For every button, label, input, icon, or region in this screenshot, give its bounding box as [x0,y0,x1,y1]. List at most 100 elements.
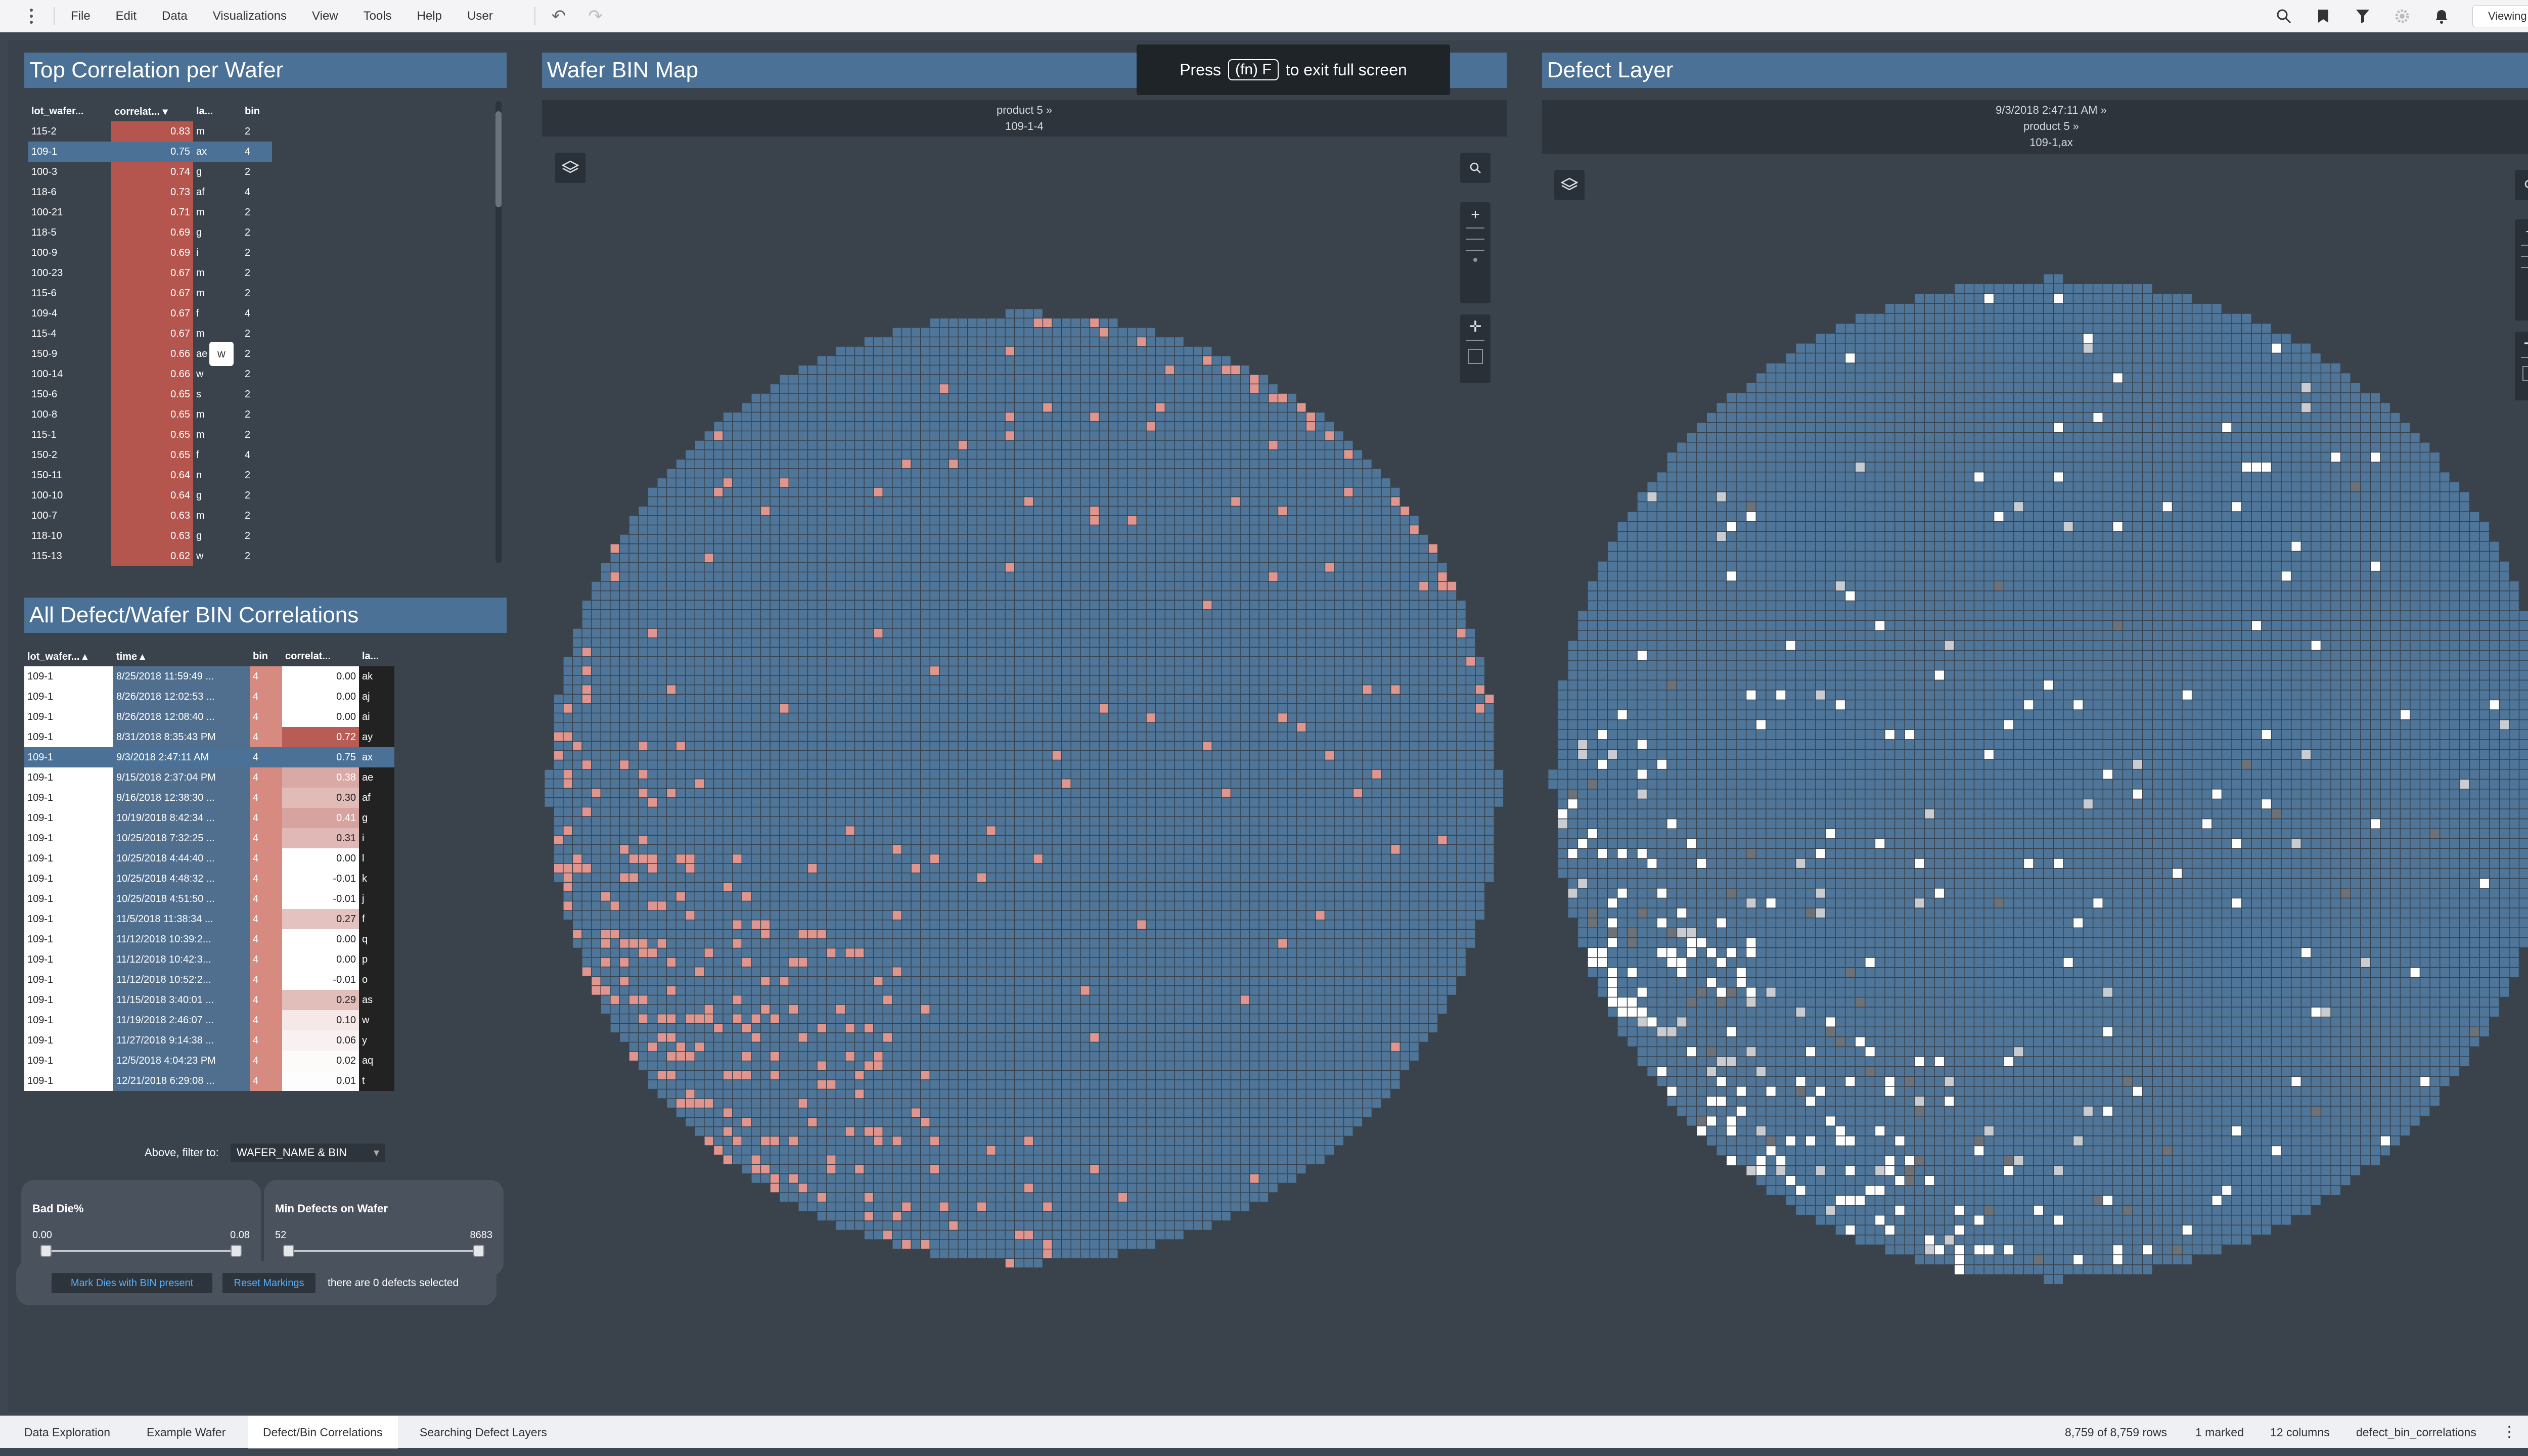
bin-die[interactable] [977,534,986,543]
bin-die[interactable] [1024,450,1033,459]
bin-die[interactable] [1475,769,1484,779]
bin-die[interactable] [1250,722,1259,732]
bin-die[interactable] [1297,685,1306,694]
bin-die[interactable] [780,732,789,741]
bin-die[interactable] [855,722,864,732]
bin-die[interactable] [808,422,817,431]
bin-die[interactable] [1109,816,1118,826]
bin-die[interactable] [1099,413,1108,422]
bin-die[interactable] [573,704,582,713]
bin-die[interactable] [1156,534,1165,543]
bin-die[interactable] [1401,554,1410,563]
bin-die[interactable] [817,807,826,816]
bin-die[interactable] [1372,591,1381,600]
bin-die[interactable] [1269,422,1278,431]
bin-die[interactable] [996,497,1005,506]
bin-die[interactable] [1401,563,1410,572]
bin-die[interactable] [1127,751,1137,760]
bin-die[interactable] [751,478,760,487]
bin-die[interactable] [958,478,967,487]
bin-die[interactable] [874,478,883,487]
bin-die[interactable] [827,497,836,506]
bin-die[interactable] [1316,798,1325,807]
bin-die[interactable] [742,478,751,487]
bin-die[interactable] [958,685,967,694]
bin-die[interactable] [1137,826,1146,835]
bin-die[interactable] [836,769,845,779]
bin-die[interactable] [667,695,676,704]
bin-die[interactable] [986,469,996,478]
bin-die[interactable] [977,619,986,628]
bin-die[interactable] [864,393,873,402]
bin-die[interactable] [639,826,648,835]
bin-die[interactable] [1222,563,1231,572]
bin-die[interactable] [714,554,723,563]
bin-die[interactable] [1259,516,1269,525]
bin-die[interactable] [1165,742,1175,751]
bin-die[interactable] [761,563,770,572]
bin-die[interactable] [1334,628,1343,638]
bin-die[interactable] [798,845,807,854]
bin-die[interactable] [1043,507,1052,516]
bin-die[interactable] [798,516,807,525]
bin-die[interactable] [723,554,732,563]
bin-die[interactable] [1391,563,1400,572]
bin-die[interactable] [761,695,770,704]
bin-die[interactable] [742,544,751,553]
bin-die[interactable] [592,789,601,798]
bin-die[interactable] [1287,525,1296,534]
table-row[interactable]: 115-4 0.67 m 2 [28,324,272,344]
bin-die[interactable] [657,742,666,751]
bin-die[interactable] [1287,628,1296,638]
bin-die[interactable] [1381,497,1390,506]
bin-die[interactable] [902,563,911,572]
bin-die[interactable] [686,769,695,779]
bin-die[interactable] [874,337,883,346]
bin-die[interactable] [911,337,920,346]
bin-die[interactable] [723,704,732,713]
bin-die[interactable] [1071,742,1080,751]
bin-die[interactable] [629,816,638,826]
bin-die[interactable] [1466,779,1475,788]
bin-die[interactable] [789,413,798,422]
bin-die[interactable] [1222,657,1231,666]
bin-die[interactable] [1099,760,1108,769]
bin-die[interactable] [1448,826,1457,835]
bin-die[interactable] [1033,779,1043,788]
bin-die[interactable] [686,666,695,675]
bin-die[interactable] [1146,431,1155,440]
bin-die[interactable] [986,403,996,412]
bin-die[interactable] [874,403,883,412]
bin-die[interactable] [1118,356,1127,365]
bin-die[interactable] [1193,704,1202,713]
bin-die[interactable] [827,393,836,402]
bin-die[interactable] [1127,440,1137,449]
bin-die[interactable] [1381,601,1390,610]
bin-die[interactable] [1372,572,1381,581]
bin-die[interactable] [1269,619,1278,628]
bin-die[interactable] [1278,525,1287,534]
bin-die[interactable] [911,685,920,694]
bin-die[interactable] [845,572,854,581]
bin-die[interactable] [1024,337,1033,346]
bin-die[interactable] [761,478,770,487]
bin-die[interactable] [1353,826,1363,835]
bin-die[interactable] [874,581,883,590]
bin-die[interactable] [1193,497,1202,506]
bin-die[interactable] [1080,478,1090,487]
bin-die[interactable] [1071,769,1080,779]
bin-die[interactable] [1297,769,1306,779]
bin-die[interactable] [892,798,901,807]
bin-die[interactable] [1334,440,1343,449]
bin-die[interactable] [1090,487,1099,496]
bin-die[interactable] [1127,601,1137,610]
bin-die[interactable] [1250,422,1259,431]
bin-die[interactable] [1137,375,1146,384]
kebab-icon[interactable] [25,6,37,26]
bin-die[interactable] [1325,836,1334,845]
bin-die[interactable] [1015,469,1024,478]
bin-die[interactable] [592,619,601,628]
bin-die[interactable] [1099,675,1108,685]
bin-die[interactable] [1372,798,1381,807]
bin-die[interactable] [836,779,845,788]
